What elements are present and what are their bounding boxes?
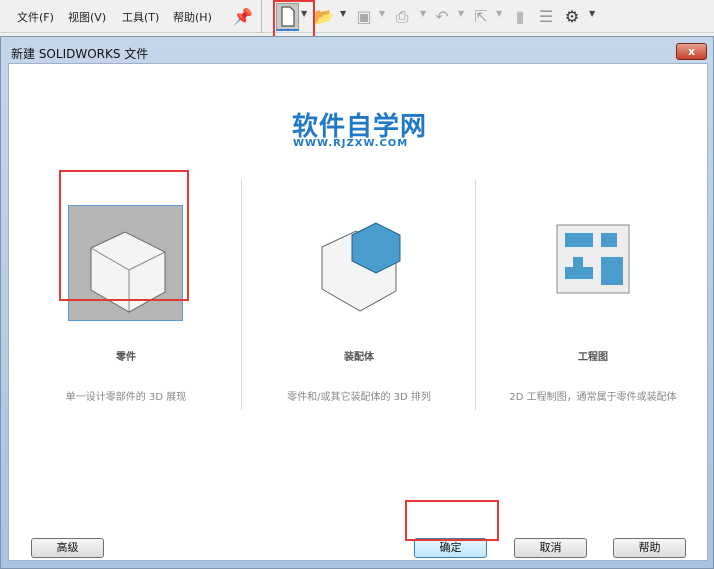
advanced-button[interactable]: 高级 bbox=[31, 538, 104, 558]
assembly-icon bbox=[321, 222, 401, 312]
drawing-icon bbox=[556, 224, 630, 294]
help-button[interactable]: 帮助 bbox=[613, 538, 686, 558]
pin-icon[interactable]: 📌 bbox=[232, 6, 254, 28]
chevron-down-icon[interactable]: ▼ bbox=[420, 9, 426, 18]
ok-button[interactable]: 确定 bbox=[414, 538, 487, 558]
logo-url: WWW.RJZXW.COM bbox=[293, 138, 409, 149]
drawing-label: 工程图 bbox=[578, 352, 608, 363]
toolbar: 文件(F) 视图(V) 工具(T) 帮助(H) 📌 ▼ 📂 ▼ ▣ ▼ ⎙ ▼ … bbox=[0, 0, 714, 33]
traffic-light-icon[interactable]: ▮ bbox=[509, 6, 531, 28]
menu-help[interactable]: 帮助(H) bbox=[173, 9, 212, 25]
menu-tools[interactable]: 工具(T) bbox=[122, 9, 159, 25]
highlight-ok bbox=[405, 500, 499, 541]
print-icon[interactable]: ⎙ bbox=[391, 6, 413, 28]
chevron-down-icon[interactable]: ▼ bbox=[379, 9, 385, 18]
undo-icon[interactable]: ↶ bbox=[431, 6, 453, 28]
separator bbox=[261, 0, 262, 33]
cancel-button[interactable]: 取消 bbox=[514, 538, 587, 558]
new-file-dialog: 新建 SOLIDWORKS 文件 x 软件自学网 WWW.RJZXW.COM 零… bbox=[0, 36, 714, 569]
drawing-description: 2D 工程制图，通常属于零件或装配体 bbox=[509, 392, 677, 403]
divider bbox=[241, 180, 242, 410]
part-label: 零件 bbox=[116, 352, 136, 363]
menu-view[interactable]: 视图(V) bbox=[68, 9, 106, 25]
assembly-label: 装配体 bbox=[344, 352, 374, 363]
assembly-description: 零件和/或其它装配体的 3D 排列 bbox=[287, 392, 431, 403]
chevron-down-icon[interactable]: ▼ bbox=[589, 9, 595, 18]
dialog-title: 新建 SOLIDWORKS 文件 bbox=[11, 47, 149, 61]
settings-icon[interactable]: ⚙ bbox=[561, 6, 583, 28]
drawing-option[interactable] bbox=[539, 205, 654, 321]
part-description: 单一设计零部件的 3D 展现 bbox=[65, 392, 187, 403]
highlight-new-button bbox=[273, 0, 315, 41]
highlight-part bbox=[59, 170, 189, 301]
chevron-down-icon[interactable]: ▼ bbox=[458, 9, 464, 18]
divider bbox=[475, 180, 476, 410]
chevron-down-icon[interactable]: ▼ bbox=[496, 9, 502, 18]
menu-file[interactable]: 文件(F) bbox=[17, 9, 54, 25]
open-icon[interactable]: 📂 bbox=[313, 6, 335, 28]
select-icon[interactable]: ⇱ bbox=[470, 6, 492, 28]
assembly-option[interactable] bbox=[302, 205, 417, 321]
chevron-down-icon[interactable]: ▼ bbox=[340, 9, 346, 18]
options-list-icon[interactable]: ☰ bbox=[535, 6, 557, 28]
dialog-content: 软件自学网 WWW.RJZXW.COM 零件 装配体 工程图 单一设计零部件的 … bbox=[8, 63, 708, 561]
close-button[interactable]: x bbox=[676, 43, 707, 60]
save-icon[interactable]: ▣ bbox=[353, 6, 375, 28]
